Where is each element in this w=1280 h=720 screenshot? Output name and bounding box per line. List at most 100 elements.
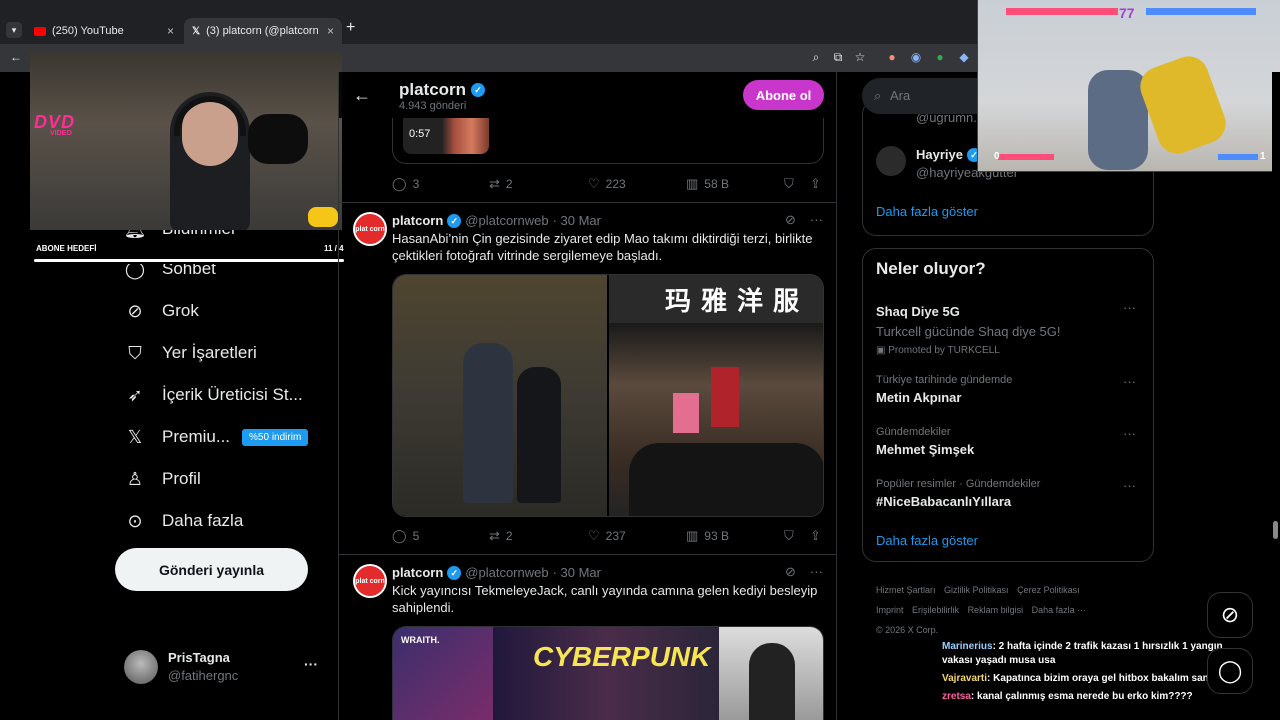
footer-link[interactable]: Hizmet Şartları (876, 585, 936, 595)
trend-item[interactable]: Shaq Diye 5G Turkcell gücünde Shaq diye … (876, 300, 1144, 356)
like-button[interactable]: ♡ 223 (588, 176, 626, 192)
footer-link[interactable]: Imprint (876, 605, 904, 615)
zoom-icon[interactable]: ⌕ (808, 49, 824, 65)
tweet-avatar[interactable]: plat corn (353, 212, 387, 246)
trend-item[interactable]: Türkiye tarihinde gündemde Metin Akpınar… (876, 374, 1144, 405)
person-figure (517, 367, 561, 503)
tab-search-button[interactable]: ▾ (6, 22, 22, 38)
x-icon: 𝕏 (192, 25, 201, 37)
footer-link[interactable]: Erişilebilirlik (912, 605, 959, 615)
video-duration: 0:57 (409, 128, 431, 140)
profile-name-text: platcorn (399, 80, 467, 99)
repost-button[interactable]: ⇄ 2 (489, 176, 513, 192)
person-figure (463, 343, 513, 503)
extension-icon[interactable]: ◆ (956, 49, 972, 65)
close-icon[interactable]: × (167, 24, 174, 38)
tweet-image[interactable]: 玛雅洋服 (392, 274, 824, 517)
reply-count: 3 (412, 177, 420, 191)
nav-premium[interactable]: 𝕏 Premiu... %50 indirim (124, 422, 309, 452)
extension-icon[interactable]: ◉ (908, 49, 924, 65)
bookmark-button[interactable]: ⛉ (784, 176, 794, 192)
promoted-text: Promoted by TURKCELL (888, 345, 1000, 356)
youtube-icon (34, 26, 46, 36)
account-switcher[interactable]: PrisTagna @fatihergnc ··· (124, 646, 324, 686)
views-button[interactable]: ▥ 93 B (686, 528, 729, 544)
post-count: 4.943 gönderi (399, 100, 467, 112)
subscribe-button[interactable]: Abone ol (743, 80, 824, 110)
back-arrow-icon[interactable]: ← (8, 49, 24, 65)
repost-button[interactable]: ⇄ 2 (489, 528, 513, 544)
messages-button[interactable]: ◯ (1207, 648, 1253, 694)
tweet-author[interactable]: platcorn (392, 565, 443, 580)
scrollbar[interactable] (1272, 72, 1280, 720)
reply-button[interactable]: ◯ 3 (392, 176, 419, 192)
post-button[interactable]: Gönderi yayınla (115, 548, 308, 591)
suggested-user-name[interactable]: Hayriye ✓ (916, 147, 981, 162)
footer-link[interactable]: Çerez Politikası (1017, 585, 1080, 595)
divider (339, 202, 836, 203)
trend-item[interactable]: Popüler resimler · Gündemdekiler #NiceBa… (876, 478, 1144, 509)
grok-button[interactable]: ⊘ (1207, 592, 1253, 638)
star-icon[interactable]: ☆ (852, 49, 868, 65)
profile-name: platcorn ✓ (399, 80, 486, 100)
extension-icon[interactable]: ● (932, 49, 948, 65)
avatar[interactable] (876, 146, 906, 176)
account-handle: @fatihergnc (168, 668, 239, 683)
more-icon[interactable]: ··· (810, 564, 823, 580)
video-card[interactable]: 0:57 (392, 118, 824, 164)
tweet-text: HasanAbi’nin Çin gezisinde ziyaret edip … (392, 231, 813, 263)
profile-header: ← platcorn ✓ 4.943 gönderi Abone ol (339, 72, 836, 118)
footer-link[interactable]: Daha fazla ··· (1032, 605, 1087, 615)
nav-grok[interactable]: ⊘ Grok (124, 296, 198, 326)
trend-item[interactable]: Gündemdekiler Mehmet Şimşek ··· (876, 426, 1144, 457)
show-more-link[interactable]: Daha fazla göster (876, 204, 978, 219)
nav-label: Premiu... (162, 427, 231, 446)
close-icon[interactable]: × (327, 24, 334, 38)
views-icon: ▥ (686, 528, 699, 543)
timeline-column[interactable]: ← platcorn ✓ 4.943 gönderi Abone ol 0:57… (338, 72, 837, 720)
reply-button[interactable]: ◯ 5 (392, 528, 419, 544)
nav-creator-studio[interactable]: ➶ İçerik Üreticisi St... (124, 380, 302, 410)
tweet-date[interactable]: · 30 Mar (553, 565, 601, 580)
more-icon[interactable]: ··· (304, 656, 318, 672)
show-more-link[interactable]: Daha fazla göster (876, 533, 978, 548)
tweet-author[interactable]: platcorn (392, 213, 443, 228)
nav-more[interactable]: ⊙ Daha fazla (124, 506, 243, 536)
rocket-icon: ➶ (127, 384, 143, 405)
person-icon: ♙ (126, 468, 144, 489)
tweet-date[interactable]: · 30 Mar (553, 213, 601, 228)
bookmark-button[interactable]: ⛉ (784, 528, 794, 544)
trend-name: Metin Akpınar (876, 390, 962, 405)
nav-profile[interactable]: ♙ Profil (124, 464, 201, 494)
tweet-avatar[interactable]: plat corn (353, 564, 387, 598)
footer-link[interactable]: Gizlilik Politikası (944, 585, 1009, 595)
extension-icon[interactable]: ● (884, 49, 900, 65)
tweet-image[interactable]: WRAITH. CYBERPUNK (392, 626, 824, 720)
tab-youtube[interactable]: (250) YouTube × (26, 18, 182, 44)
more-icon[interactable]: ··· (1123, 426, 1136, 441)
footer-link[interactable]: Reklam bilgisi (968, 605, 1024, 615)
new-tab-button[interactable]: + (346, 19, 355, 37)
like-button[interactable]: ♡ 237 (588, 528, 626, 544)
tweet-handle[interactable]: @platcornweb (465, 565, 548, 580)
share-button[interactable]: ⇪ (810, 176, 821, 192)
back-arrow-icon[interactable]: ← (353, 85, 371, 106)
install-icon[interactable]: ⧉ (830, 49, 846, 65)
grok-icon[interactable]: ⊘ (785, 564, 796, 580)
more-icon[interactable]: ··· (1123, 300, 1136, 315)
tweet-handle[interactable]: @platcornweb (465, 213, 548, 228)
grok-icon[interactable]: ⊘ (785, 212, 796, 228)
trend-name: Mehmet Şimşek (876, 442, 975, 457)
nav-bookmarks[interactable]: ⛉ Yer İşaretleri (124, 338, 257, 368)
share-button[interactable]: ⇪ (810, 528, 821, 544)
views-icon: ▥ (686, 176, 699, 191)
views-button[interactable]: ▥ 58 B (686, 176, 729, 192)
more-icon[interactable]: ··· (1123, 478, 1136, 493)
more-icon[interactable]: ··· (810, 212, 823, 228)
more-icon[interactable]: ··· (1123, 374, 1136, 389)
repost-icon: ⇄ (489, 528, 500, 543)
chat-bubble-icon: ◯ (1217, 658, 1243, 683)
x-logo-icon: 𝕏 (127, 426, 143, 447)
scrollbar-thumb[interactable] (1273, 521, 1278, 539)
tab-x[interactable]: 𝕏 (3) platcorn (@platcornweb) / X × (184, 18, 342, 44)
